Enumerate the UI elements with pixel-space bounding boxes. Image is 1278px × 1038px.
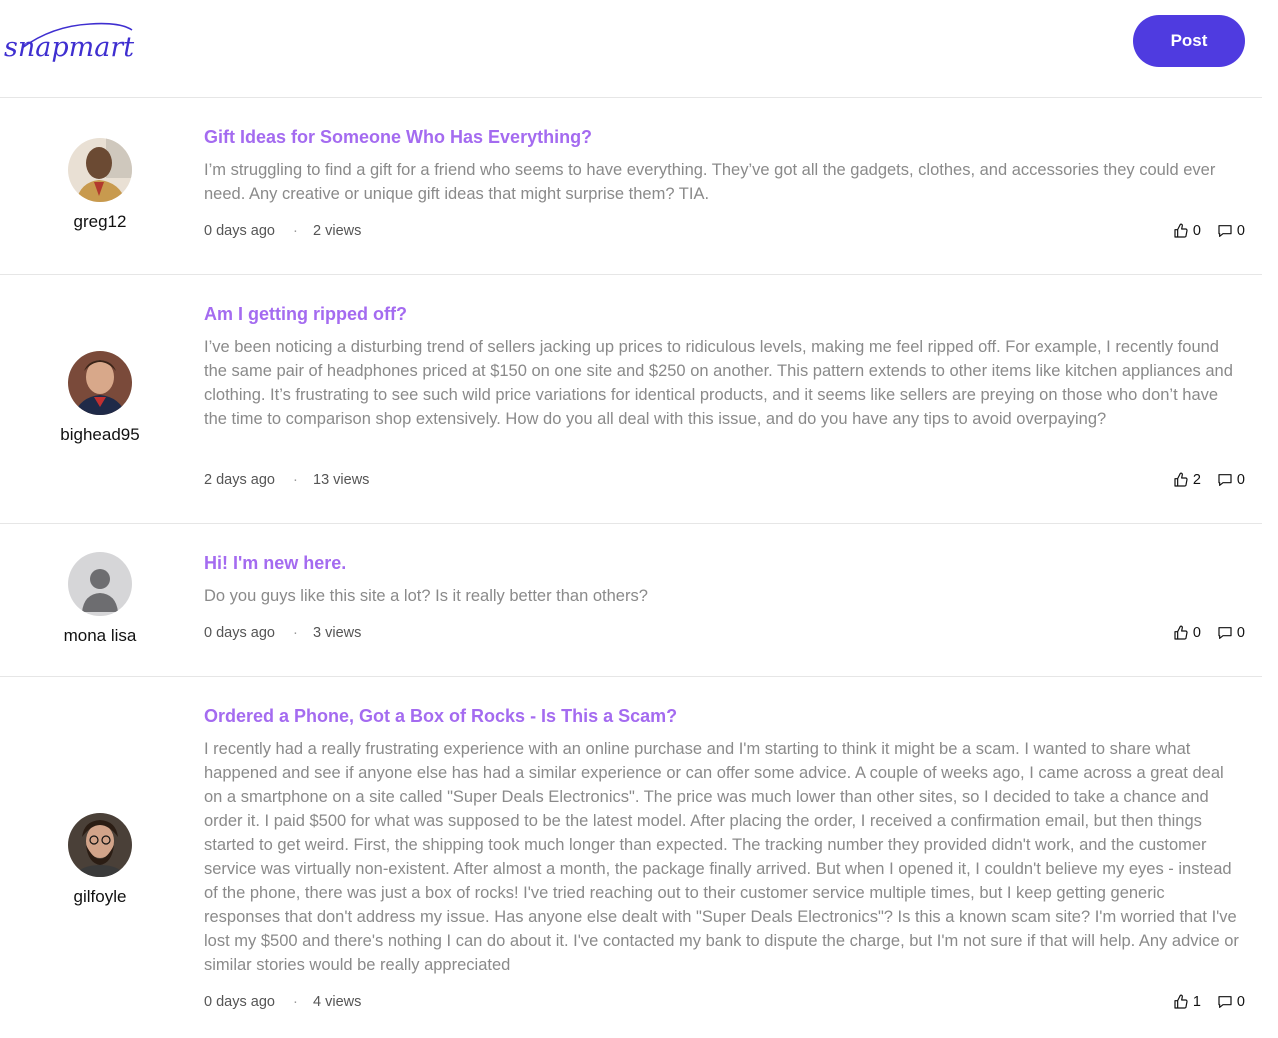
thumbs-up-icon (1174, 994, 1188, 1009)
thumbs-up-icon (1174, 472, 1188, 487)
thumbs-up-icon (1174, 625, 1188, 640)
post-views: 4 views (313, 994, 362, 1010)
like-button[interactable]: 0 (1173, 625, 1201, 641)
comment-icon (1218, 225, 1232, 237)
like-count: 1 (1192, 994, 1201, 1010)
comment-button[interactable]: 0 (1217, 223, 1245, 239)
avatar[interactable] (68, 138, 132, 202)
post-button[interactable]: Post (1133, 15, 1245, 67)
like-button[interactable]: 2 (1173, 472, 1201, 488)
comment-icon (1218, 474, 1232, 486)
author-name[interactable]: bighead95 (0, 425, 200, 445)
post-time: 0 days ago (204, 994, 275, 1010)
like-count: 0 (1192, 223, 1201, 239)
post-time: 0 days ago (204, 625, 275, 641)
like-button[interactable]: 1 (1173, 994, 1201, 1010)
post-body: I recently had a really frustrating expe… (204, 740, 1239, 974)
meta-separator: · (293, 223, 298, 239)
post-time: 2 days ago (204, 472, 275, 488)
post-title[interactable]: Gift Ideas for Someone Who Has Everythin… (204, 125, 1245, 149)
default-avatar[interactable] (68, 552, 132, 616)
default-user-icon (68, 552, 132, 616)
comment-count: 0 (1236, 223, 1245, 239)
avatar[interactable] (68, 351, 132, 415)
comment-count: 0 (1236, 472, 1245, 488)
meta-separator: · (293, 472, 298, 488)
post-body: Do you guys like this site a lot? Is it … (204, 587, 648, 605)
post-item: gilfoyle Ordered a Phone, Got a Box of R… (0, 677, 1262, 1037)
post-views: 3 views (313, 625, 362, 641)
avatar[interactable] (68, 813, 132, 877)
post-item: bighead95 Am I getting ripped off? I’ve … (0, 275, 1262, 524)
post-meta: 2 days ago · 13 views 2 0 (204, 472, 1245, 492)
post-title[interactable]: Am I getting ripped off? (204, 302, 1245, 326)
author-name[interactable]: greg12 (0, 212, 200, 232)
post-title[interactable]: Ordered a Phone, Got a Box of Rocks - Is… (204, 704, 1245, 728)
post-title[interactable]: Hi! I'm new here. (204, 551, 1245, 575)
comment-button[interactable]: 0 (1217, 994, 1245, 1010)
snapmart-logo[interactable]: snapmart (2, 10, 137, 70)
author-block[interactable]: mona lisa (0, 552, 200, 646)
comment-button[interactable]: 0 (1217, 472, 1245, 488)
post-meta: 0 days ago · 4 views 1 0 (204, 994, 1245, 1014)
svg-text:snapmart: snapmart (4, 32, 134, 63)
comment-icon (1218, 627, 1232, 639)
post-item: greg12 Gift Ideas for Someone Who Has Ev… (0, 98, 1262, 275)
like-button[interactable]: 0 (1173, 223, 1201, 239)
post-body: I’m struggling to find a gift for a frie… (204, 161, 1216, 203)
author-name[interactable]: mona lisa (0, 626, 200, 646)
like-count: 2 (1192, 472, 1201, 488)
comment-count: 0 (1236, 625, 1245, 641)
post-item: mona lisa Hi! I'm new here. Do you guys … (0, 524, 1262, 677)
comment-button[interactable]: 0 (1217, 625, 1245, 641)
meta-separator: · (293, 625, 298, 641)
thumbs-up-icon (1174, 223, 1188, 238)
post-body: I’ve been noticing a disturbing trend of… (204, 338, 1233, 428)
like-count: 0 (1192, 625, 1201, 641)
author-block[interactable]: bighead95 (0, 351, 200, 445)
author-name[interactable]: gilfoyle (0, 887, 200, 907)
top-bar: snapmart Post (0, 0, 1262, 98)
meta-separator: · (293, 994, 298, 1010)
author-block[interactable]: greg12 (0, 138, 200, 232)
post-views: 13 views (313, 472, 370, 488)
logo-wordmark: snapmart (4, 22, 134, 63)
post-meta: 0 days ago · 3 views 0 0 (204, 625, 1245, 645)
post-meta: 0 days ago · 2 views 0 0 (204, 223, 1245, 243)
post-time: 0 days ago (204, 223, 275, 239)
author-block[interactable]: gilfoyle (0, 813, 200, 907)
comment-count: 0 (1236, 994, 1245, 1010)
post-views: 2 views (313, 223, 362, 239)
comment-icon (1218, 996, 1232, 1008)
